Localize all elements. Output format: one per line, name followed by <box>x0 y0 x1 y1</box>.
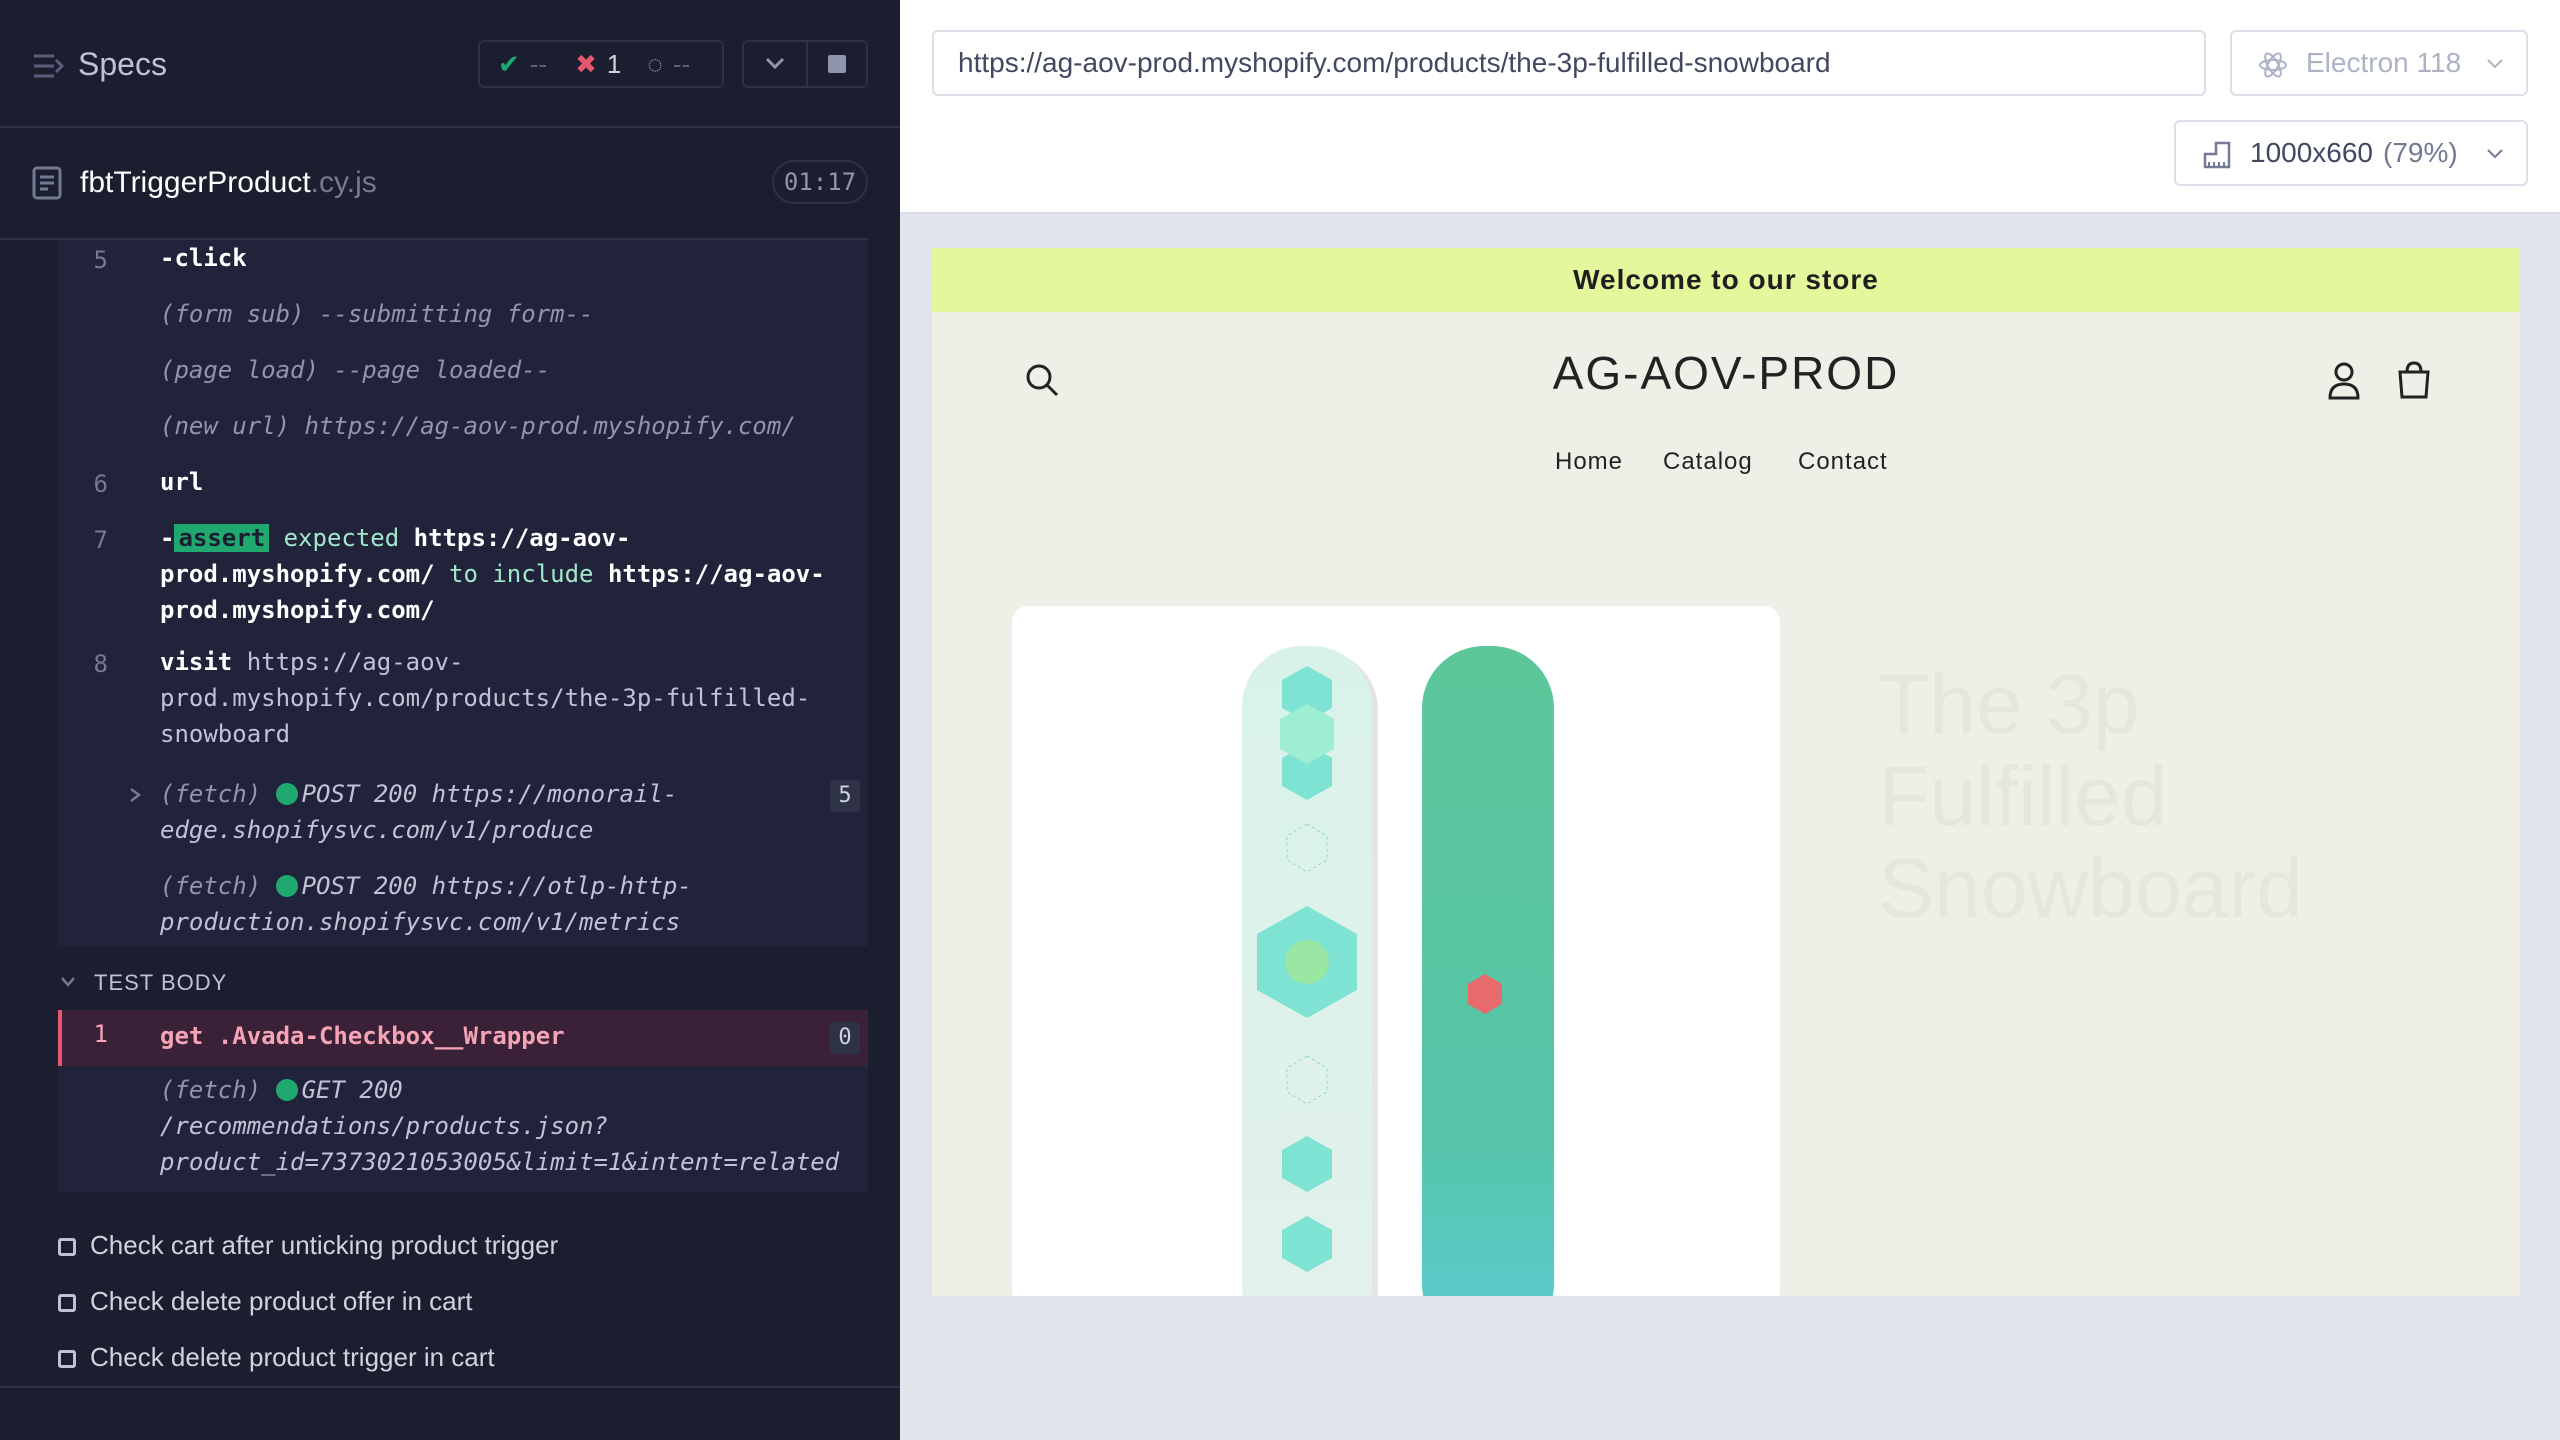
test-status-icon <box>58 1294 76 1312</box>
command-log: 5 -click (form sub) --submitting form-- … <box>58 240 868 946</box>
viewport-zoom: (79%) <box>2383 137 2458 168</box>
cmd-number: 8 <box>93 650 108 678</box>
product-image-card[interactable] <box>1012 606 1780 1296</box>
spec-timer: 01:17 <box>772 160 868 204</box>
element-count-badge: 0 <box>830 1022 860 1054</box>
pending-spinner-icon: ◌ <box>647 48 663 79</box>
cmd-url[interactable]: url <box>160 464 203 500</box>
command-log-body: (fetch) GET 200 /recommendations/product… <box>58 1066 868 1192</box>
snowboard-image <box>1242 646 1554 1296</box>
app-under-test: Welcome to our store AG-AOV-PROD Home Ca… <box>932 248 2520 1296</box>
pending-count: -- <box>672 48 691 79</box>
chevron-down-icon[interactable] <box>60 976 76 988</box>
test-status-icon <box>58 1238 76 1256</box>
status-dot <box>275 875 298 897</box>
passed-check-icon: ✔ <box>498 48 520 79</box>
spec-name: fbtTriggerProduct <box>80 166 311 199</box>
browser-name: Electron 118 <box>2306 47 2462 78</box>
active-command-row[interactable]: 1 get .Avada-Checkbox__Wrapper 0 <box>58 1010 868 1066</box>
specs-label[interactable]: Specs <box>78 46 167 83</box>
test-stats: ✔ -- ✖ 1 ◌ -- <box>478 40 724 88</box>
cart-icon[interactable] <box>2396 360 2432 400</box>
test-title[interactable]: Check delete product trigger in cart <box>90 1342 495 1373</box>
spec-ext: .cy.js <box>310 166 377 199</box>
browser-selector[interactable]: Electron 118 <box>2230 30 2528 96</box>
file-icon <box>32 166 62 200</box>
cmd-click[interactable]: -click <box>160 240 247 276</box>
request-count-badge: 5 <box>830 780 860 812</box>
specs-list-icon[interactable] <box>32 50 64 82</box>
failed-count: 1 <box>606 48 622 79</box>
test-title[interactable]: Check cart after unticking product trigg… <box>90 1230 558 1261</box>
chevron-down-icon <box>765 57 785 70</box>
chevron-down-icon <box>2487 59 2503 69</box>
spec-filename: fbtTriggerProduct.cy.js <box>80 166 377 200</box>
stop-button[interactable] <box>806 40 868 88</box>
cmd-fetch-otlp[interactable]: (fetch) POST 200 https://otlp-http- prod… <box>160 868 800 940</box>
nav-catalog[interactable]: Catalog <box>1663 448 1753 476</box>
chevron-down-icon <box>2487 149 2503 159</box>
viewport-size: 1000x660 <box>2250 137 2374 168</box>
stop-icon <box>828 55 846 73</box>
account-icon[interactable] <box>2326 360 2362 400</box>
cmd-form-sub[interactable]: (form sub) --submitting form-- <box>160 296 594 332</box>
status-dot <box>275 1079 298 1101</box>
viewport-selector[interactable]: 1000x660 (79%) <box>2174 120 2528 186</box>
assert-badge: assert <box>174 524 270 552</box>
electron-icon <box>2259 52 2287 78</box>
collapse-button[interactable] <box>742 40 808 88</box>
test-body-label[interactable]: TEST BODY <box>94 970 227 996</box>
status-dot <box>275 783 298 805</box>
chevron-right-icon[interactable] <box>128 786 142 804</box>
product-title: The 3p Fulfilled Snowboard <box>1878 657 2303 935</box>
store-logo[interactable]: AG-AOV-PROD <box>932 346 2520 400</box>
ruler-icon <box>2203 141 2231 169</box>
nav-contact[interactable]: Contact <box>1798 448 1888 476</box>
cmd-number: 1 <box>93 1020 108 1048</box>
command-log-panel: Specs ✔ -- ✖ 1 ◌ -- fbtTriggerProduct.cy… <box>0 0 900 1440</box>
cmd-fetch-monorail[interactable]: (fetch) POST 200 https://monorail- edge.… <box>160 776 800 848</box>
cmd-number: 6 <box>93 470 108 498</box>
test-status-icon <box>58 1350 76 1368</box>
passed-count: -- <box>529 48 548 79</box>
cmd-page-load[interactable]: (page load) --page loaded-- <box>160 352 550 388</box>
cmd-visit[interactable]: visit https://ag-aov- prod.myshopify.com… <box>160 644 860 752</box>
specs-header: Specs ✔ -- ✖ 1 ◌ -- <box>0 0 900 128</box>
cmd-get: get .Avada-Checkbox__Wrapper <box>160 1022 565 1050</box>
test-title[interactable]: Check delete product offer in cart <box>90 1286 473 1317</box>
cmd-new-url[interactable]: (new url) https://ag-aov-prod.myshopify.… <box>160 408 796 444</box>
nav-home[interactable]: Home <box>1555 448 1623 476</box>
cmd-assert[interactable]: - assert expected https://ag-aov- prod.my… <box>160 520 860 628</box>
cmd-number: 5 <box>93 246 108 274</box>
url-bar[interactable]: https://ag-aov-prod.myshopify.com/produc… <box>932 30 2206 96</box>
divider <box>0 1386 900 1388</box>
cmd-number: 7 <box>93 526 108 554</box>
cmd-fetch-recommendations[interactable]: (fetch) GET 200 /recommendations/product… <box>160 1072 860 1180</box>
announcement-bar: Welcome to our store <box>932 248 2520 312</box>
failed-x-icon: ✖ <box>575 48 597 79</box>
